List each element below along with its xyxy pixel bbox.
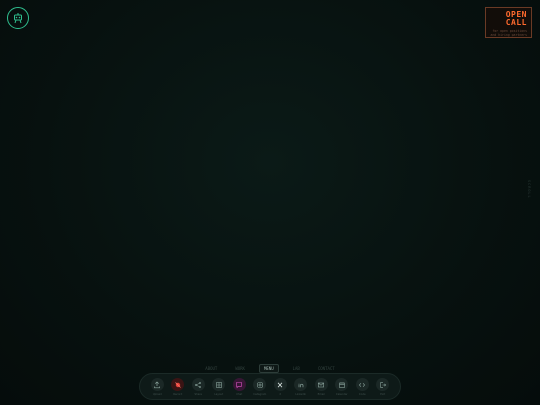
scroll-indicator: SCROLL — [527, 180, 531, 199]
dock-share-button[interactable]: Share — [191, 378, 206, 396]
dock-label: Chat — [236, 393, 243, 396]
upload-icon — [154, 381, 161, 388]
menu-item-about[interactable]: ABOUT — [201, 365, 221, 372]
code-icon — [359, 382, 366, 387]
calendar-icon — [338, 381, 345, 388]
dock-code-button[interactable]: Code — [355, 378, 370, 396]
linkedin-icon — [298, 382, 304, 387]
mail-icon — [318, 382, 325, 387]
x-icon — [277, 382, 283, 387]
logout-icon — [380, 381, 386, 388]
dock-label: Email — [317, 393, 325, 396]
dock-label: LinkedIn — [295, 393, 307, 396]
share-icon — [195, 381, 202, 388]
dock-label: Code — [358, 393, 366, 396]
dock-x-button[interactable]: X — [273, 378, 288, 396]
dock-label: Layout — [214, 393, 224, 396]
menu-item-contact[interactable]: CONTACT — [314, 365, 339, 372]
dock-label: Calendar — [335, 393, 348, 396]
chat-icon — [236, 381, 243, 388]
dock-label: Share — [194, 393, 203, 396]
dock-label: Upload — [152, 393, 162, 396]
dock-label: Instagram — [253, 393, 267, 396]
dock-label: Record — [173, 393, 183, 396]
dock-layout-button[interactable]: Layout — [212, 378, 227, 396]
robot-logo[interactable] — [7, 7, 29, 29]
dock-bar: Upload Record Share Layout Chat Instagra… — [139, 373, 401, 400]
menu-item-lab[interactable]: LAB — [289, 365, 304, 372]
menu-item-menu[interactable]: MENU — [258, 363, 279, 373]
nav-menu: ABOUT WORK MENU LAB CONTACT — [0, 363, 540, 373]
robot-icon — [14, 13, 22, 24]
dock-calendar-button[interactable]: Calendar — [335, 378, 350, 396]
dock-upload-button[interactable]: Upload — [150, 378, 165, 396]
record-icon — [175, 381, 181, 388]
grid-icon — [215, 381, 222, 388]
badge-subtitle: for open positions and hiring partners — [490, 29, 527, 37]
badge-line-2: CALL — [505, 18, 527, 27]
dock-email-button[interactable]: Email — [314, 378, 329, 396]
dock-record-button[interactable]: Record — [171, 378, 186, 396]
dock-label: Exit — [380, 393, 386, 396]
dock-chat-button[interactable]: Chat — [232, 378, 247, 396]
dock-exit-button[interactable]: Exit — [376, 378, 391, 396]
instagram-icon — [256, 381, 263, 388]
menu-item-work[interactable]: WORK — [231, 365, 249, 372]
dock-linkedin-button[interactable]: LinkedIn — [294, 378, 309, 396]
dock-label: X — [279, 393, 282, 396]
dock-instagram-button[interactable]: Instagram — [253, 378, 268, 396]
open-call-badge[interactable]: OPEN CALL for open positions and hiring … — [485, 7, 532, 38]
